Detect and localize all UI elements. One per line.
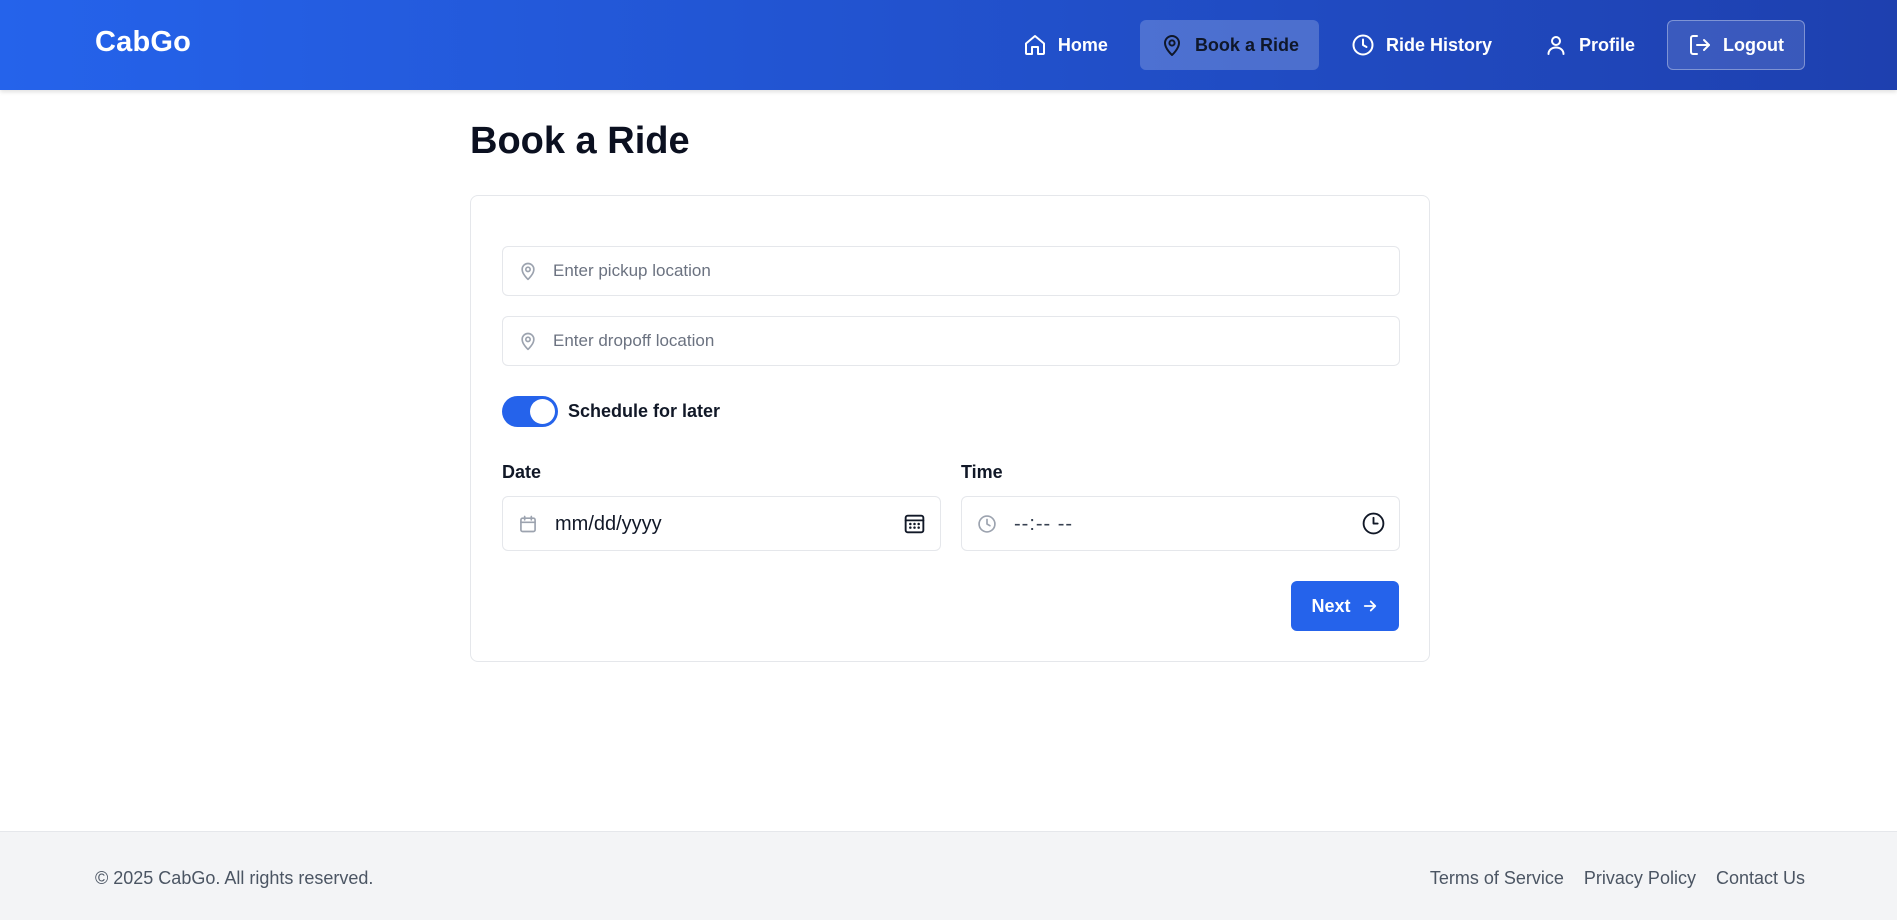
page-title: Book a Ride [470,120,690,162]
copyright-text: © 2025 CabGo. All rights reserved. [95,868,374,888]
nav-home-label: Home [1057,34,1108,55]
user-icon [1547,36,1565,55]
nav-profile[interactable]: Profile [1524,20,1655,70]
main-nav: Home Book a Ride Ride History Profile Lo… [1003,20,1805,70]
dropoff-input[interactable] [553,317,1383,365]
toggle-knob [530,399,555,424]
time-input[interactable]: --:-- -- [961,496,1400,551]
nav-book-ride[interactable]: Book a Ride [1139,20,1319,70]
clock-picker-icon[interactable] [1361,511,1386,536]
pickup-input[interactable] [553,247,1383,295]
map-pin-icon [521,262,535,281]
logout-label: Logout [1723,34,1784,55]
nav-profile-label: Profile [1579,34,1636,55]
calendar-picker-icon[interactable] [902,511,927,536]
contact-link[interactable]: Contact Us [1716,868,1805,889]
dropoff-field [502,316,1400,366]
arrow-right-icon [1363,600,1376,612]
privacy-link[interactable]: Privacy Policy [1584,868,1696,889]
top-navbar: CabGo Home Book a Ride Ride History Prof… [0,0,1897,90]
pickup-field [502,246,1400,296]
date-value: mm/dd/yyyy [555,513,662,535]
logout-icon [1690,35,1711,55]
schedule-row: Schedule for later [502,396,720,427]
next-label: Next [1311,595,1351,616]
time-label: Time [961,462,1003,482]
date-input[interactable]: mm/dd/yyyy [502,496,941,551]
home-icon [1024,35,1045,55]
nav-ride-history[interactable]: Ride History [1331,20,1512,70]
terms-link[interactable]: Terms of Service [1430,868,1564,889]
footer: © 2025 CabGo. All rights reserved. Terms… [0,831,1897,920]
nav-home[interactable]: Home [1003,20,1128,70]
clock-icon [978,515,996,533]
time-value: --:-- -- [1014,513,1074,535]
calendar-icon [520,515,536,533]
next-button[interactable]: Next [1291,581,1399,631]
footer-links: Terms of Service Privacy Policy Contact … [1430,868,1805,889]
nav-book-ride-label: Book a Ride [1194,34,1299,55]
clock-icon [1352,34,1374,56]
booking-card: Schedule for later Date Time mm/dd/yyyy … [470,195,1430,662]
logout-button[interactable]: Logout [1667,20,1805,70]
map-pin-icon [521,332,535,351]
schedule-label: Schedule for later [568,401,721,421]
date-label: Date [502,462,542,482]
schedule-toggle[interactable] [502,396,558,427]
nav-ride-history-label: Ride History [1385,34,1492,55]
brand-logo[interactable]: CabGo [95,26,191,59]
map-pin-icon [1163,35,1180,56]
